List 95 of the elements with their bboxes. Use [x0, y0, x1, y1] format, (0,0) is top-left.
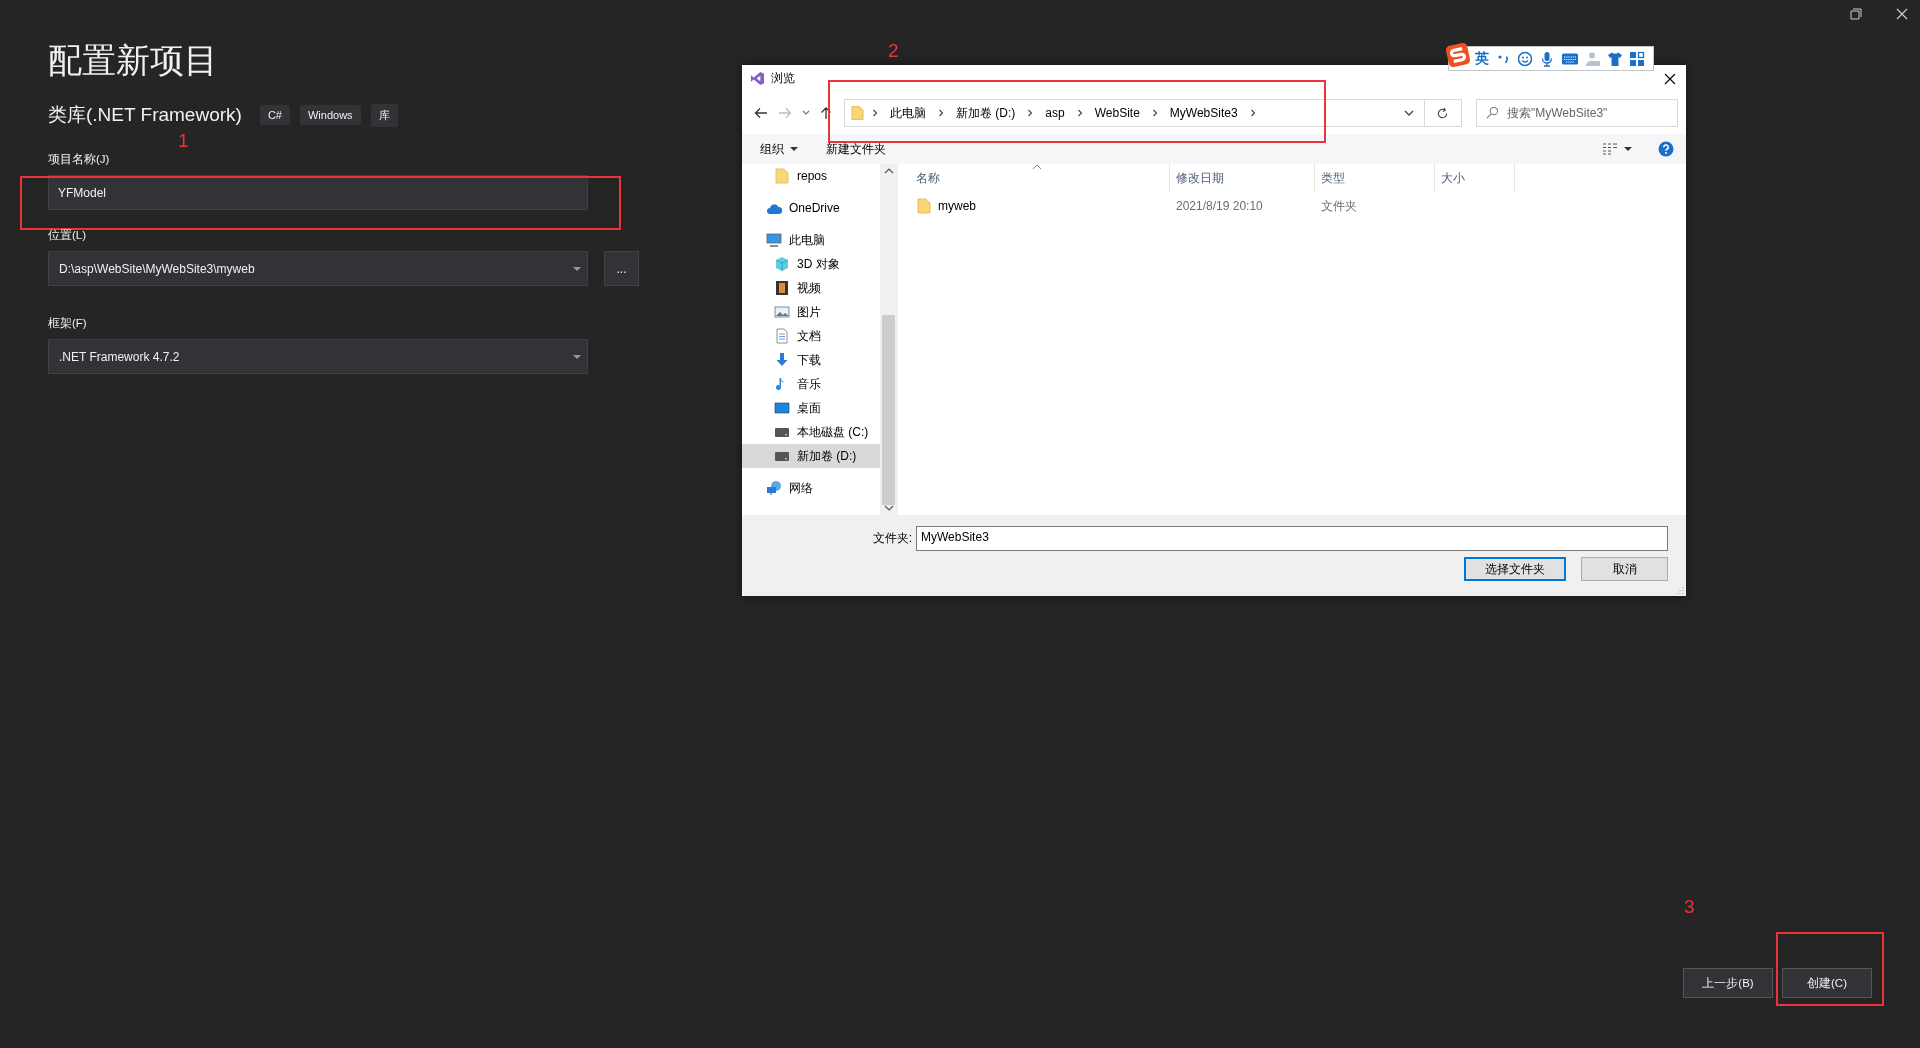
navigation-item[interactable]: 视频 — [742, 276, 880, 300]
chevron-right-icon[interactable] — [1249, 109, 1256, 117]
navigation-item[interactable]: 桌面 — [742, 396, 880, 420]
navigation-item[interactable]: 网络 — [742, 476, 880, 500]
new-folder-button[interactable]: 新建文件夹 — [826, 140, 886, 158]
column-header[interactable]: 修改日期 — [1170, 164, 1315, 192]
navigation-item[interactable]: 下载 — [742, 348, 880, 372]
field-label: 框架(F) — [48, 316, 87, 331]
keyboard-icon[interactable] — [1561, 51, 1579, 66]
resize-grip-icon[interactable] — [1676, 586, 1684, 594]
page-title: 配置新项目 — [48, 40, 218, 81]
caret-icon[interactable] — [790, 147, 798, 151]
navigation-item[interactable]: 文档 — [742, 324, 880, 348]
input-mode-toggle[interactable]: 英 — [1475, 49, 1489, 68]
caret-icon[interactable] — [1624, 147, 1632, 151]
column-header[interactable]: 名称 — [910, 164, 1170, 192]
field-label: 项目名称(J) — [48, 152, 110, 167]
breadcrumb-item[interactable]: MyWebSite3 — [1169, 106, 1238, 120]
grid-icon[interactable] — [1629, 50, 1645, 67]
organize-menu[interactable]: 组织 — [760, 140, 784, 158]
help-icon[interactable] — [1658, 141, 1674, 157]
navigation-item[interactable]: repos — [742, 164, 880, 188]
restore-icon[interactable] — [1850, 8, 1862, 20]
folder-icon — [916, 198, 932, 214]
navigation-item[interactable]: 图片 — [742, 300, 880, 324]
breadcrumb-item[interactable]: 此电脑 — [890, 104, 926, 122]
annotation-number: 1 — [178, 130, 189, 152]
file-type: 文件夹 — [1320, 197, 1358, 215]
folder-label: 文件夹: — [872, 530, 912, 547]
search-icon — [1486, 106, 1499, 119]
download-arrow-icon — [774, 352, 790, 368]
dialog-title: 浏览 — [771, 70, 796, 87]
file-name[interactable]: myweb — [938, 199, 976, 213]
close-icon[interactable] — [1664, 72, 1676, 85]
shirt-icon[interactable] — [1607, 50, 1623, 67]
dropdown-field[interactable]: .NET Framework 4.7.2 — [48, 339, 588, 374]
annotation-number: 2 — [888, 40, 899, 62]
caret-icon — [573, 266, 581, 271]
chevron-right-icon — [872, 109, 878, 117]
smiley-icon[interactable] — [1517, 50, 1533, 67]
project-type-name: 类库(.NET Framework) — [48, 103, 242, 127]
chevron-right-icon[interactable] — [1076, 109, 1083, 117]
chevron-right-icon[interactable] — [1151, 109, 1158, 117]
microphone-icon[interactable] — [1539, 50, 1555, 67]
network-icon — [766, 480, 782, 496]
column-header[interactable]: 大小 — [1435, 164, 1515, 192]
column-header[interactable]: 类型 — [1315, 164, 1435, 192]
refresh-icon — [1436, 106, 1450, 120]
navigation-item[interactable]: OneDrive — [742, 196, 880, 220]
chevron-right-icon[interactable] — [1027, 109, 1034, 117]
back-button[interactable]: 上一步(B) — [1683, 968, 1773, 998]
refresh-button[interactable] — [1424, 99, 1462, 127]
breadcrumb-item[interactable]: WebSite — [1094, 106, 1140, 120]
chevron-down-icon[interactable] — [802, 110, 810, 116]
scrollbar-thumb[interactable] — [882, 314, 895, 505]
tag: 库 — [370, 103, 398, 127]
select-folder-button[interactable]: 选择文件夹 — [1464, 557, 1566, 581]
navigation-item[interactable]: 此电脑 — [742, 228, 880, 252]
tag: Windows — [299, 105, 361, 125]
navigation-item[interactable]: 新加卷 (D:) — [742, 444, 880, 468]
view-options-icon[interactable] — [1602, 143, 1618, 155]
desktop-icon — [774, 400, 790, 416]
computer-icon — [766, 232, 782, 248]
annotation-number: 3 — [1684, 896, 1695, 918]
search-field[interactable]: 搜索"MyWebSite3" — [1476, 99, 1678, 127]
folder-icon — [851, 105, 864, 121]
breadcrumb-item[interactable]: 新加卷 (D:) — [956, 104, 1016, 122]
document-icon — [774, 328, 790, 344]
navigation-item[interactable]: 本地磁盘 (C:) — [742, 420, 880, 444]
image-icon — [774, 304, 790, 320]
film-icon — [774, 280, 790, 296]
navigation-item[interactable]: 3D 对象 — [742, 252, 880, 276]
create-button[interactable]: 创建(C) — [1782, 968, 1872, 998]
modified-date: 2021/8/19 20:10 — [1175, 199, 1264, 213]
scrollbar[interactable] — [880, 164, 897, 515]
folder-icon — [774, 168, 790, 184]
cancel-button[interactable]: 取消 — [1581, 557, 1668, 581]
chevron-up-icon[interactable] — [883, 168, 894, 174]
chevron-right-icon[interactable] — [938, 109, 944, 117]
browse-button[interactable]: ... — [604, 251, 639, 286]
breadcrumb-item[interactable]: asp — [1045, 106, 1065, 120]
app-logo-icon — [750, 71, 765, 86]
cube-icon — [774, 256, 790, 272]
caret-icon — [573, 354, 581, 359]
folder-name-field[interactable]: MyWebSite3 — [916, 526, 1668, 551]
text-field[interactable]: YFModel — [48, 175, 588, 210]
dropdown-icon[interactable] — [1404, 110, 1415, 116]
back-icon[interactable] — [754, 107, 768, 119]
navigation-item[interactable]: 音乐 — [742, 372, 880, 396]
address-bar[interactable]: 此电脑 新加卷 (D:) asp WebSite MyWebSite3 — [844, 99, 1426, 127]
dropdown-field[interactable]: D:\asp\WebSite\MyWebSite3\myweb — [48, 251, 588, 286]
field-label: 位置(L) — [48, 228, 87, 243]
tag: C# — [259, 105, 290, 125]
chevron-down-icon[interactable] — [883, 505, 894, 511]
sort-caret-icon — [1032, 164, 1042, 170]
